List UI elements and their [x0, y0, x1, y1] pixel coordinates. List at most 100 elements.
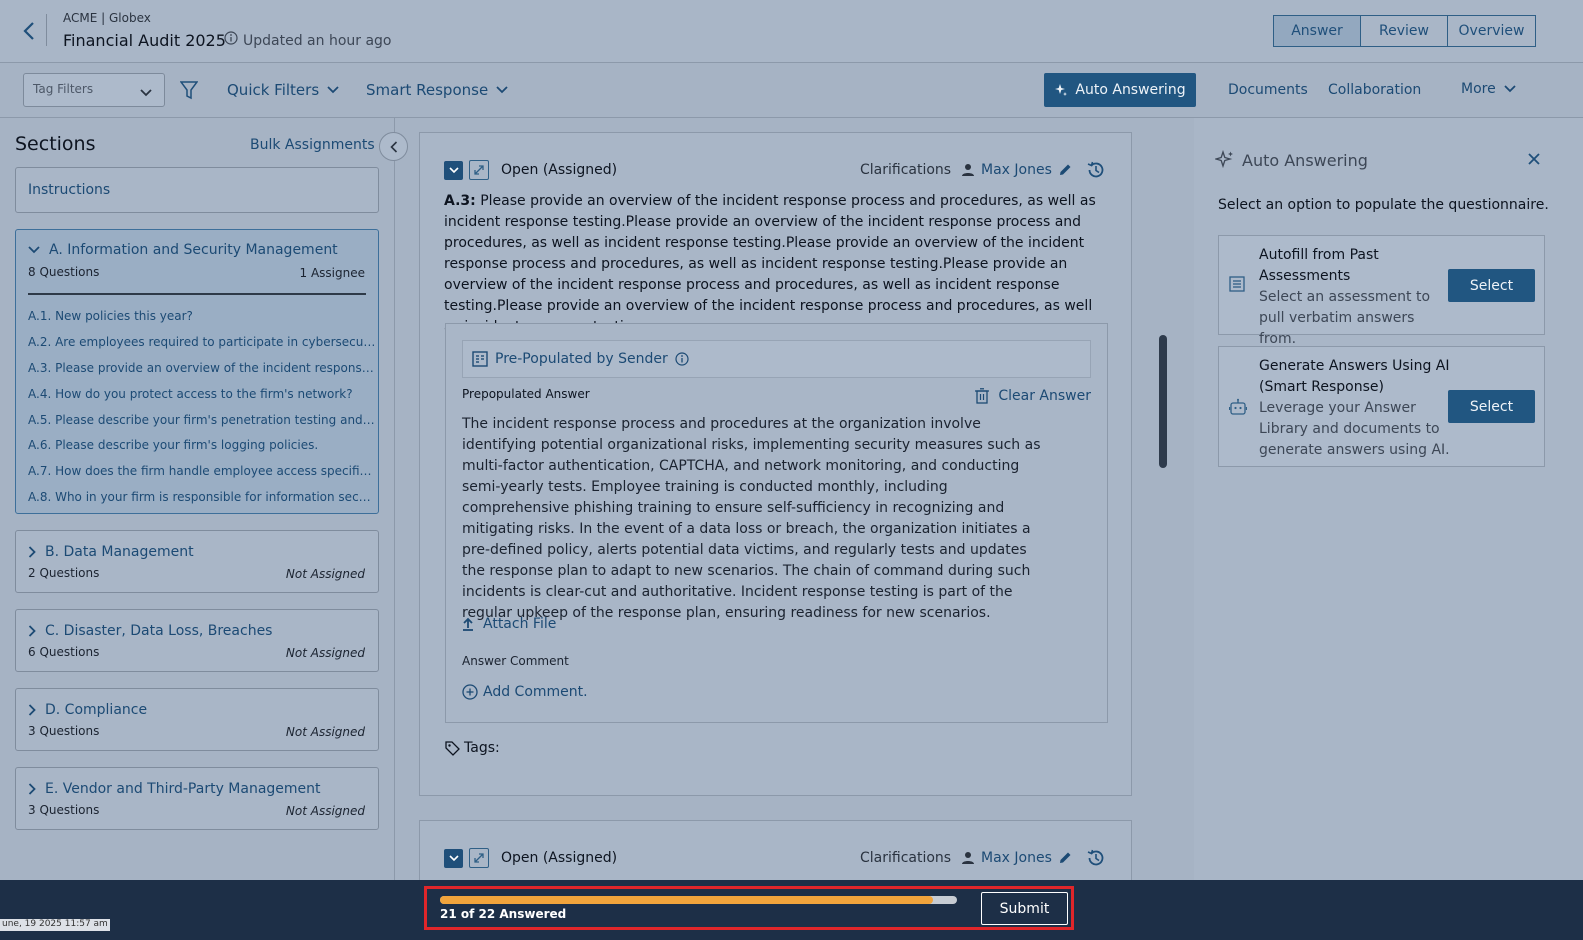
option-card-generate-ai: Generate Answers Using AI (Smart Respons…: [1218, 346, 1545, 467]
option-autofill-desc: Select an assessment to pull verbatim an…: [1259, 289, 1431, 347]
submit-button[interactable]: Submit: [981, 892, 1068, 925]
question-link-a5[interactable]: A.5. Please describe your firm's penetra…: [28, 413, 378, 427]
auto-answering-panel-header: Auto Answering: [1215, 150, 1368, 170]
header: ACME | Globex Financial Audit 2025 Updat…: [0, 0, 1583, 63]
question-2-assignee-control[interactable]: Max Jones: [961, 850, 1072, 866]
question-link-a3[interactable]: A.3. Please provide an overview of the i…: [28, 361, 378, 375]
chevron-right-icon: [28, 546, 36, 558]
chevron-down-icon: [448, 855, 459, 862]
auto-answering-description: Select an option to populate the questio…: [1218, 197, 1549, 213]
section-card-b[interactable]: B. Data Management 2 Questions Not Assig…: [15, 530, 379, 593]
option-autofill-title: Autofill from Past Assessments: [1259, 247, 1379, 284]
back-button[interactable]: [18, 18, 40, 44]
tab-overview[interactable]: Overview: [1448, 16, 1535, 46]
updated-timestamp: Updated an hour ago: [243, 33, 392, 49]
more-menu[interactable]: More: [1461, 81, 1516, 97]
tab-review[interactable]: Review: [1361, 16, 1448, 46]
add-comment-button[interactable]: Add Comment.: [462, 684, 588, 700]
header-divider: [46, 14, 47, 46]
select-autofill-button[interactable]: Select: [1448, 269, 1535, 302]
view-tabs: Answer Review Overview: [1273, 15, 1536, 47]
sparkle-icon: [1055, 84, 1068, 96]
smart-response-menu[interactable]: Smart Response: [366, 81, 508, 99]
option-generate-title: Generate Answers Using AI (Smart Respons…: [1259, 358, 1450, 395]
prepopulated-banner: Pre-Populated by Sender: [462, 340, 1091, 378]
section-card-d[interactable]: D. Compliance 3 Questions Not Assigned: [15, 688, 379, 751]
filter-icon[interactable]: [179, 81, 199, 104]
tab-answer[interactable]: Answer: [1274, 16, 1361, 46]
add-comment-label: Add Comment.: [483, 684, 588, 700]
section-d-count: 3 Questions: [28, 724, 100, 738]
section-d-header[interactable]: D. Compliance: [28, 702, 147, 718]
toolbar: Tag Filters Quick Filters Smart Response…: [0, 63, 1583, 118]
prepopulated-banner-label: Pre-Populated by Sender: [495, 351, 668, 367]
option-card-autofill: Autofill from Past Assessments Select an…: [1218, 235, 1545, 347]
question-2-clarifications-link[interactable]: Clarifications: [860, 850, 951, 866]
section-b-header[interactable]: B. Data Management: [28, 544, 194, 560]
question-body: Please provide an overview of the incide…: [444, 193, 1096, 335]
person-icon: [962, 852, 974, 864]
question-2-expand-button[interactable]: [469, 848, 489, 868]
expand-button[interactable]: [469, 160, 489, 180]
person-icon: [962, 164, 974, 176]
section-e-assignee: Not Assigned: [285, 804, 365, 818]
question-link-a7[interactable]: A.7. How does the firm handle employee a…: [28, 464, 378, 478]
quick-filters-menu[interactable]: Quick Filters: [227, 81, 339, 99]
question-link-a4[interactable]: A.4. How do you protect access to the fi…: [28, 387, 378, 401]
question-number: A.3:: [444, 193, 476, 209]
chevron-left-icon: [23, 22, 34, 40]
org-breadcrumb: ACME | Globex: [63, 11, 151, 25]
question-2-checkbox[interactable]: [444, 849, 463, 868]
upload-icon: [463, 617, 473, 631]
assignee-name: Max Jones: [981, 162, 1052, 178]
question-checkbox[interactable]: [444, 161, 463, 180]
close-icon[interactable]: [1527, 152, 1541, 170]
plus-circle-icon: [462, 684, 478, 700]
section-c-label: C. Disaster, Data Loss, Breaches: [45, 623, 273, 639]
chevron-down-icon: [28, 246, 40, 254]
question-link-a2[interactable]: A.2. Are employees required to participa…: [28, 335, 378, 349]
assignee-control[interactable]: Max Jones: [961, 162, 1072, 178]
pencil-icon: [1059, 852, 1071, 863]
chevron-down-icon: [496, 86, 508, 94]
section-a-label: A. Information and Security Management: [49, 242, 338, 258]
section-card-c[interactable]: C. Disaster, Data Loss, Breaches 6 Quest…: [15, 609, 379, 672]
collaboration-link[interactable]: Collaboration: [1328, 82, 1421, 98]
auto-answering-button[interactable]: Auto Answering: [1044, 73, 1196, 107]
section-card-e[interactable]: E. Vendor and Third-Party Management 3 Q…: [15, 767, 379, 830]
sparkle-icon: [1215, 150, 1233, 169]
info-icon[interactable]: [224, 31, 238, 49]
attach-file-button[interactable]: Attach File: [462, 616, 556, 632]
section-e-header[interactable]: E. Vendor and Third-Party Management: [28, 781, 321, 797]
auto-answering-panel-title: Auto Answering: [1242, 150, 1368, 170]
documents-link[interactable]: Documents: [1228, 82, 1308, 98]
history-icon[interactable]: [1086, 160, 1106, 184]
section-d-assignee: Not Assigned: [285, 725, 365, 739]
answer-text[interactable]: The incident response process and proced…: [462, 414, 1052, 624]
select-generate-button[interactable]: Select: [1448, 390, 1535, 423]
pencil-icon: [1059, 164, 1071, 175]
timestamp-label: une, 19 2025 11:57 am: [0, 919, 110, 931]
tag-icon: [445, 740, 460, 756]
clear-answer-button[interactable]: Clear Answer: [975, 388, 1091, 404]
tag-filters-select[interactable]: Tag Filters: [23, 73, 165, 107]
question-link-a8[interactable]: A.8. Who in your firm is responsible for…: [28, 490, 378, 504]
question-status: Open (Assigned): [501, 162, 618, 178]
expand-icon: [474, 853, 484, 863]
section-card-a[interactable]: A. Information and Security Management 8…: [15, 229, 379, 514]
question-pane: Open (Assigned) Clarifications Max Jones…: [395, 118, 1195, 889]
section-b-label: B. Data Management: [45, 544, 194, 560]
history-icon[interactable]: [1086, 848, 1106, 872]
tag-filters-placeholder: Tag Filters: [33, 82, 94, 96]
clarifications-link[interactable]: Clarifications: [860, 162, 951, 178]
clear-answer-label: Clear Answer: [998, 388, 1091, 404]
question-link-a6[interactable]: A.6. Please describe your firm's logging…: [28, 438, 378, 452]
section-c-header[interactable]: C. Disaster, Data Loss, Breaches: [28, 623, 272, 639]
instructions-card[interactable]: Instructions: [15, 167, 379, 213]
tags-field[interactable]: Tags:: [445, 740, 500, 756]
question-link-a1[interactable]: A.1. New policies this year?: [28, 309, 378, 323]
option-generate-desc: Leverage your Answer Library and documen…: [1259, 400, 1450, 458]
scrollbar-thumb[interactable]: [1159, 335, 1167, 468]
bulk-assignments-link[interactable]: Bulk Assignments: [250, 137, 375, 153]
section-a-header[interactable]: A. Information and Security Management: [28, 242, 338, 258]
